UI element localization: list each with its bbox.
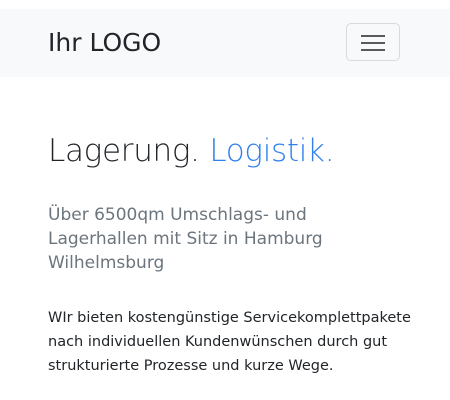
hero-subtitle: Über 6500qm Umschlags- und Lagerhallen m… [48, 205, 323, 273]
hamburger-bar [361, 49, 385, 51]
hero-title-accent: Logistik. [209, 133, 335, 169]
hamburger-bar [361, 35, 385, 37]
hamburger-bar [361, 42, 385, 44]
hero-title: Lagerung. Logistik. [48, 130, 335, 172]
brand-logo-link[interactable]: Ihr LOGO [48, 27, 161, 59]
navbar-toggle-button[interactable] [346, 23, 400, 61]
hero-body-text: WIr bieten kostengünstige Servicekomplet… [48, 310, 411, 374]
navbar: Ihr LOGO [0, 9, 450, 77]
hero-title-main: Lagerung. [48, 133, 200, 169]
